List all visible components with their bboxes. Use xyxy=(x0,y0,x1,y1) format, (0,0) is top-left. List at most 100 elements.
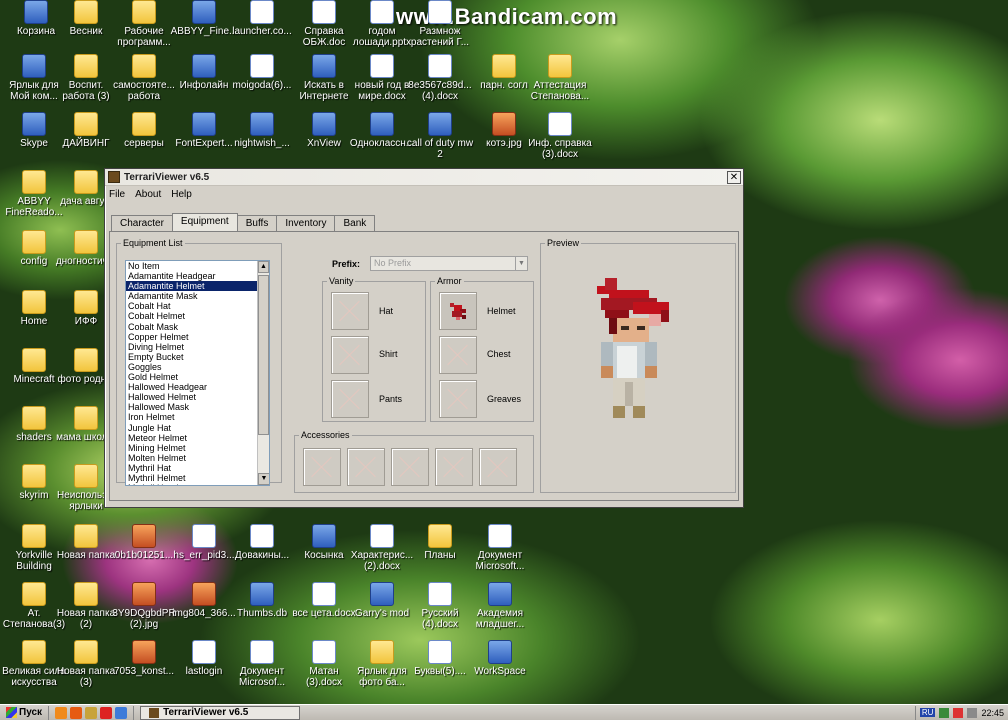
browser-icon[interactable] xyxy=(55,706,68,719)
language-indicator[interactable]: RU xyxy=(919,708,936,717)
equipment-listbox[interactable]: No Item Adamantite Headgear Adamantite Hel… xyxy=(125,260,270,486)
desktop-icon[interactable]: launcher.co... xyxy=(228,0,296,37)
start-button[interactable]: Пуск xyxy=(0,705,50,720)
list-item[interactable]: Mythril Helmet xyxy=(126,473,257,483)
armor-chest-slot[interactable] xyxy=(439,336,477,374)
scroll-down-arrow-icon[interactable]: ▼ xyxy=(258,473,269,485)
desktop-icon[interactable]: Буквы(5).... xyxy=(406,640,474,677)
chevron-down-icon[interactable]: ▼ xyxy=(515,257,527,270)
desktop-icon[interactable]: WorkSpace xyxy=(466,640,534,677)
doc-icon xyxy=(428,54,452,78)
vanity-pants-slot[interactable] xyxy=(331,380,369,418)
scroll-thumb[interactable] xyxy=(258,275,269,435)
list-item[interactable]: Mining Helmet xyxy=(126,443,257,453)
yandex-icon[interactable] xyxy=(100,706,113,719)
accessory-slot[interactable] xyxy=(435,448,473,486)
equipment-list-group: Equipment List No Item Adamantite Headgea… xyxy=(116,238,282,486)
app-icon xyxy=(250,112,274,136)
prefix-select[interactable]: No Prefix ▼ xyxy=(370,256,528,271)
menu-file[interactable]: File xyxy=(109,189,125,200)
list-item[interactable]: Mythril Hood xyxy=(126,483,257,485)
task-label: TerrariViewer v6.5 xyxy=(163,706,249,718)
desktop-icon[interactable]: Планы xyxy=(406,524,474,561)
list-item[interactable]: Jungle Hat xyxy=(126,423,257,433)
desktop-icon-label: Академия младшег... xyxy=(475,608,525,630)
accessory-slot[interactable] xyxy=(347,448,385,486)
equipment-panel: Equipment List No Item Adamantite Headgea… xyxy=(109,231,739,501)
desktop-icon[interactable]: 7053_konst... xyxy=(110,640,178,677)
list-item[interactable]: Mythril Hat xyxy=(126,463,257,473)
desktop-icon[interactable]: nightwish_... xyxy=(228,112,296,149)
desktop-icon[interactable]: Русский (4).docx xyxy=(406,582,474,630)
scroll-up-arrow-icon[interactable]: ▲ xyxy=(258,261,269,273)
desktop-icon[interactable]: Документ Microsoft... xyxy=(466,524,534,572)
desktop-icon[interactable]: Довакины... xyxy=(228,524,296,561)
list-item[interactable]: Adamantite Helmet xyxy=(126,281,257,292)
close-button[interactable]: ✕ xyxy=(727,170,741,184)
desktop-icon[interactable]: самостояте... работа xyxy=(110,54,178,102)
list-item[interactable]: Hallowed Headgear xyxy=(126,382,257,392)
antivirus-icon[interactable] xyxy=(953,707,964,718)
firefox-icon[interactable] xyxy=(70,706,83,719)
desktop-icon[interactable]: 8e3567c89d... (4).docx xyxy=(406,54,474,102)
img-icon xyxy=(132,640,156,664)
list-item[interactable]: Cobalt Hat xyxy=(126,301,257,311)
list-item[interactable]: Gold Helmet xyxy=(126,372,257,382)
title-bar[interactable]: TerrariViewer v6.5 ✕ xyxy=(105,169,743,186)
accessory-slot[interactable] xyxy=(479,448,517,486)
menu-help[interactable]: Help xyxy=(171,189,192,200)
accessory-slot[interactable] xyxy=(303,448,341,486)
task-terrariviewer[interactable]: TerrariViewer v6.5 xyxy=(140,705,301,720)
folder-icon xyxy=(22,406,46,430)
desktop-icon[interactable]: Рабочие программ... xyxy=(110,0,178,48)
doc-icon xyxy=(250,640,274,664)
list-item[interactable]: Cobalt Mask xyxy=(126,322,257,332)
vanity-hat-slot[interactable] xyxy=(331,292,369,330)
desktop-icon[interactable]: Thumbs.db xyxy=(228,582,296,619)
desktop-icon[interactable]: Документ Microsof... xyxy=(228,640,296,688)
desktop-icon-label: 8e3567c89d... (4).docx xyxy=(408,80,472,102)
list-item[interactable]: Hallowed Helmet xyxy=(126,392,257,402)
vanity-pants-label: Pants xyxy=(379,394,403,404)
volume-icon[interactable] xyxy=(967,707,978,718)
list-item[interactable]: Meteor Helmet xyxy=(126,433,257,443)
list-item[interactable]: Adamantite Mask xyxy=(126,291,257,301)
accessory-slot[interactable] xyxy=(391,448,429,486)
list-item[interactable]: Iron Helmet xyxy=(126,412,257,422)
menu-about[interactable]: About xyxy=(135,189,161,200)
media-icon[interactable] xyxy=(115,706,128,719)
armor-greaves-slot[interactable] xyxy=(439,380,477,418)
tab-buffs[interactable]: Buffs xyxy=(236,215,278,231)
folder-icon[interactable] xyxy=(85,706,98,719)
list-scrollbar[interactable]: ▲ ▼ xyxy=(257,261,269,485)
list-item[interactable]: Cobalt Helmet xyxy=(126,311,257,321)
list-item[interactable]: Molten Helmet xyxy=(126,453,257,463)
list-item[interactable]: Adamantite Headgear xyxy=(126,271,257,281)
desktop-icon[interactable]: 0b1b01251... xyxy=(110,524,178,561)
list-item[interactable]: Hallowed Mask xyxy=(126,402,257,412)
folder-icon xyxy=(22,290,46,314)
list-item[interactable]: Goggles xyxy=(126,362,257,372)
list-item[interactable]: No Item xyxy=(126,261,257,271)
app-icon xyxy=(312,112,336,136)
tab-equipment[interactable]: Equipment xyxy=(171,213,238,231)
desktop-icon[interactable]: call of duty mw 2 xyxy=(406,112,474,160)
desktop-icon[interactable]: 3Y9DQgbdPR (2).jpg xyxy=(110,582,178,630)
tab-bank[interactable]: Bank xyxy=(334,215,376,231)
app-icon xyxy=(192,112,216,136)
desktop-icon[interactable]: Размнож растений Г... xyxy=(406,0,474,48)
tab-inventory[interactable]: Inventory xyxy=(276,215,336,231)
network-icon[interactable] xyxy=(939,707,950,718)
vanity-shirt-slot[interactable] xyxy=(331,336,369,374)
desktop-icon[interactable]: Инф. справка (3).docx xyxy=(526,112,594,160)
folder-icon xyxy=(74,54,98,78)
list-item[interactable]: Empty Bucket xyxy=(126,352,257,362)
desktop-icon[interactable]: Академия младшег... xyxy=(466,582,534,630)
list-item[interactable]: Diving Helmet xyxy=(126,342,257,352)
desktop-icon[interactable]: серверы xyxy=(110,112,178,149)
list-item[interactable]: Copper Helmet xyxy=(126,332,257,342)
tab-character[interactable]: Character xyxy=(111,215,173,231)
desktop-icon[interactable]: Аттестация Степанова... xyxy=(526,54,594,102)
armor-helmet-slot[interactable] xyxy=(439,292,477,330)
desktop-icon[interactable]: moigoda(6)... xyxy=(228,54,296,91)
